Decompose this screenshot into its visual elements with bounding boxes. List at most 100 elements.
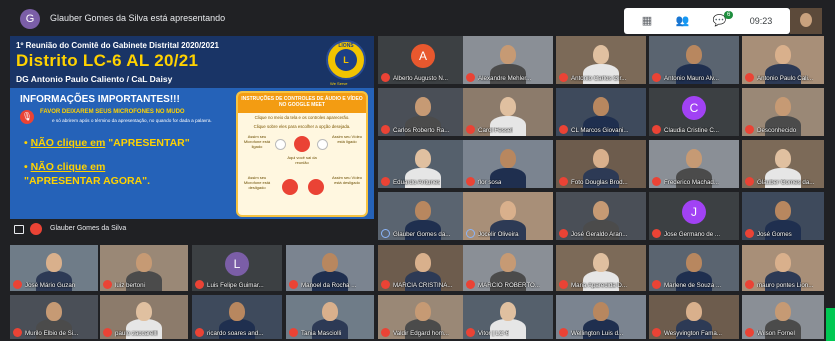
participant-tile[interactable]: Carol Fessel — [463, 88, 553, 136]
participant-tile[interactable]: MARCIO ROBERTO... — [463, 245, 553, 291]
cam-off-caption: Assim seu Vídeo está desligado — [331, 175, 362, 185]
mic-off-icon — [466, 328, 475, 337]
participant-name: Jocelir Oliveira — [478, 231, 519, 238]
mic-off-icon — [103, 328, 112, 337]
presenter-avatar: G — [20, 9, 40, 29]
slide-meeting-title: 1º Reunião do Comitê do Gabinete Distrit… — [16, 41, 219, 50]
participant-tile[interactable]: Wilson Fornel — [742, 295, 824, 339]
participant-tile[interactable]: Alexandre Mehler... — [463, 36, 553, 84]
participant-avatar: A — [411, 44, 435, 68]
participant-tile[interactable]: José Geraldo Aran... — [556, 192, 646, 240]
participant-tile[interactable]: Valdir Edgard hom... — [378, 295, 468, 339]
participant-tile[interactable]: flor sosa — [463, 140, 553, 188]
participant-tile[interactable]: Antonio Mauro Alv... — [649, 36, 739, 84]
participant-tile[interactable]: Glauber Gomes da... — [742, 140, 824, 188]
participant-face — [775, 302, 791, 321]
participant-tile[interactable]: Antonio Paulo Cali... — [742, 36, 824, 84]
participant-tile[interactable]: Desconhecido — [742, 88, 824, 136]
participant-tile[interactable]: Tania Masciolli — [286, 295, 374, 339]
participant-tile[interactable]: Jocelir Oliveira — [463, 192, 553, 240]
mic-on-icon — [381, 229, 390, 238]
top-bar: G Glauber Gomes da Silva está apresentan… — [0, 0, 835, 34]
participant-tile[interactable]: Wesyvington Fama... — [649, 295, 739, 339]
hangup-caption: Aqui você sai da reunião — [287, 155, 317, 165]
participant-name: Wilson Fornel — [757, 330, 795, 337]
participant-tile[interactable]: Marlene de Souza ... — [649, 245, 739, 291]
mic-on-icon — [466, 229, 475, 238]
mic-off-icon — [559, 125, 568, 134]
participant-tile[interactable]: Murilo Elbio de Si... — [10, 295, 98, 339]
participant-name: Alexandre Mehler... — [478, 75, 532, 82]
grid-layout-icon[interactable]: ▦ — [642, 15, 652, 27]
mic-off-red-icon — [282, 179, 298, 195]
presentation-tile[interactable]: 1º Reunião do Comitê do Gabinete Distrit… — [10, 36, 374, 240]
participant-tile[interactable]: J Jose Germano de ... — [649, 192, 739, 240]
self-view-thumbnail[interactable] — [790, 8, 822, 34]
participant-tile[interactable]: Antonio Carlos Gir... — [556, 36, 646, 84]
participant-name: Desconhecido — [757, 127, 797, 134]
participant-tile[interactable]: Foto Douglas Brod... — [556, 140, 646, 188]
participant-face — [775, 45, 791, 64]
meeting-toolbar: ▦ 👥 💬 6 09:23 — [624, 8, 790, 34]
mic-off-icon — [745, 328, 754, 337]
participant-tile[interactable]: L Luis Felipe Guimar... — [192, 245, 282, 291]
participant-tile[interactable]: Maria Aparecida D... — [556, 245, 646, 291]
mute-instruction-detail: e só abrirem após o término da apresenta… — [52, 118, 212, 123]
mic-off-icon — [652, 328, 661, 337]
instructions-step2: Clique sobre eles para escolher a opção … — [253, 124, 351, 129]
participants-icon[interactable]: 👥 — [676, 15, 690, 27]
participant-tile[interactable]: Manoel da Rocha ... — [286, 245, 374, 291]
participant-tile[interactable]: CL Marcos Giovani... — [556, 88, 646, 136]
participant-tile[interactable]: luiz bertoni — [100, 245, 188, 291]
participant-face — [322, 302, 338, 321]
participant-tile[interactable]: C Claudia Cristine C... — [649, 88, 739, 136]
participant-tile[interactable]: Eduardo Antunes — [378, 140, 468, 188]
participant-face — [593, 253, 609, 272]
participant-tile[interactable]: mauro pontes Lion... — [742, 245, 824, 291]
participant-face — [322, 253, 338, 272]
mic-on-caption: Assim seu Microfone está ligado — [243, 134, 271, 149]
mic-off-icon — [559, 229, 568, 238]
participant-face — [500, 45, 516, 64]
participant-name: Eduardo Antunes — [393, 179, 441, 186]
participant-tile[interactable]: Frederico Machad... — [649, 140, 739, 188]
participant-name: Wesyvington Fama... — [664, 330, 723, 337]
presentation-icon — [14, 225, 24, 234]
chat-icon[interactable]: 💬 6 — [713, 10, 734, 27]
participant-tile[interactable]: José Mário Guzan — [10, 245, 98, 291]
participant-name: CL Marcos Giovani... — [571, 127, 629, 134]
participant-tile[interactable]: Vitor | LC-6 — [463, 295, 553, 339]
chat-badge: 6 — [723, 10, 734, 19]
mic-off-caption: Assim seu Microfone está desligado — [243, 175, 271, 190]
participant-face — [775, 149, 791, 168]
participant-tile[interactable]: MARCIA CRISTINA... — [378, 245, 468, 291]
mic-off-icon — [466, 280, 475, 289]
slide-header: 1º Reunião do Comitê do Gabinete Distrit… — [10, 36, 374, 88]
participant-name: Claudia Cristine C... — [664, 127, 720, 134]
participant-tile[interactable]: paulo zaccarelli — [100, 295, 188, 339]
participant-tile[interactable]: Carlos Roberto Ra... — [378, 88, 468, 136]
participant-name: Jose Germano de ... — [664, 231, 721, 238]
mic-off-icon — [103, 280, 112, 289]
participant-face — [593, 302, 609, 321]
participant-tile[interactable]: José Gomes — [742, 192, 824, 240]
participant-tile[interactable]: A Alberto Augusto N... — [378, 36, 468, 84]
instructions-title: INSTRUÇÕES DE CONTROLES DE ÁUDIO E VÍDEO… — [238, 93, 366, 113]
mic-on-icon — [275, 139, 286, 150]
participant-face — [415, 302, 431, 321]
participant-name: Antonio Paulo Cali... — [757, 75, 814, 82]
participant-tile[interactable]: Wellington Luis d... — [556, 295, 646, 339]
camera-on-icon — [317, 139, 328, 150]
presenter-mic-off-icon — [30, 223, 42, 235]
participant-face — [500, 253, 516, 272]
warning-present: • NÃO clique em "APRESENTAR" — [24, 137, 190, 149]
mic-off-icon — [381, 125, 390, 134]
mic-off-icon — [745, 280, 754, 289]
mic-off-icon — [559, 328, 568, 337]
participant-tile[interactable]: Glauber Gomes da... — [378, 192, 468, 240]
mic-off-icon — [381, 280, 390, 289]
participant-tile[interactable]: ricardo soares and... — [192, 295, 282, 339]
participant-avatar: C — [682, 96, 706, 120]
presenting-banner: Glauber Gomes da Silva está apresentando — [50, 13, 226, 23]
participant-name: Frederico Machad... — [664, 179, 720, 186]
